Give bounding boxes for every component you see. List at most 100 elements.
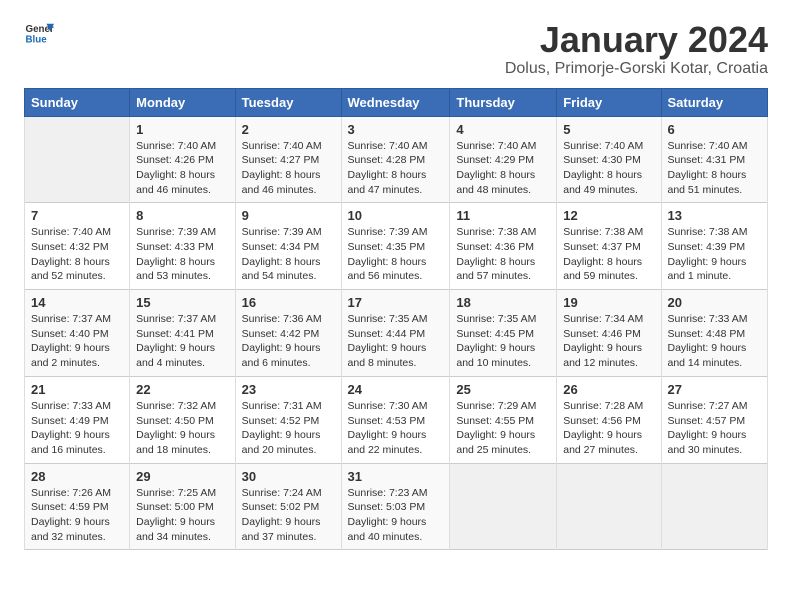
day-info: Sunrise: 7:27 AM Sunset: 4:57 PM Dayligh… <box>668 399 762 458</box>
calendar-cell: 1 Sunrise: 7:40 AM Sunset: 4:26 PM Daylig… <box>130 116 235 203</box>
week-row-3: 14Sunrise: 7:37 AM Sunset: 4:40 PM Dayli… <box>25 290 768 377</box>
day-info: Sunrise: 7:31 AM Sunset: 4:52 PM Dayligh… <box>242 399 335 458</box>
day-info: Sunrise: 7:40 AM Sunset: 4:31 PM Dayligh… <box>668 139 762 198</box>
day-info: Sunrise: 7:36 AM Sunset: 4:42 PM Dayligh… <box>242 312 335 371</box>
col-header-thursday: Thursday <box>450 88 557 116</box>
day-number: 11 <box>456 208 550 223</box>
day-number: 23 <box>242 382 335 397</box>
day-info: Sunrise: 7:39 AM Sunset: 4:34 PM Dayligh… <box>242 225 335 284</box>
day-number: 17 <box>348 295 444 310</box>
day-info: Sunrise: 7:32 AM Sunset: 4:50 PM Dayligh… <box>136 399 228 458</box>
col-header-saturday: Saturday <box>661 88 768 116</box>
svg-text:Blue: Blue <box>26 35 48 46</box>
day-info: Sunrise: 7:40 AM Sunset: 4:32 PM Dayligh… <box>31 225 123 284</box>
week-row-4: 21 Sunrise: 7:33 AM Sunset: 4:49 PM Dayli… <box>25 376 768 463</box>
day-number: 22 <box>136 382 228 397</box>
col-header-monday: Monday <box>130 88 235 116</box>
calendar-cell: 25 Sunrise: 7:29 AM Sunset: 4:55 PM Dayli… <box>450 376 557 463</box>
col-header-sunday: Sunday <box>25 88 130 116</box>
day-number: 30 <box>242 469 335 484</box>
calendar-cell: 3Sunrise: 7:40 AM Sunset: 4:28 PM Daylig… <box>341 116 450 203</box>
day-info: Sunrise: 7:40 AM Sunset: 4:26 PM Dayligh… <box>136 139 228 198</box>
calendar-cell: 18 Sunrise: 7:35 AM Sunset: 4:45 PM Dayli… <box>450 290 557 377</box>
calendar-cell: 16 Sunrise: 7:36 AM Sunset: 4:42 PM Dayli… <box>235 290 341 377</box>
day-number: 1 <box>136 122 228 137</box>
day-info: Sunrise: 7:37 AM Sunset: 4:41 PM Dayligh… <box>136 312 228 371</box>
day-info: Sunrise: 7:38 AM Sunset: 4:37 PM Dayligh… <box>563 225 654 284</box>
day-number: 5 <box>563 122 654 137</box>
day-info: Sunrise: 7:30 AM Sunset: 4:53 PM Dayligh… <box>348 399 444 458</box>
day-info: Sunrise: 7:39 AM Sunset: 4:35 PM Dayligh… <box>348 225 444 284</box>
calendar-cell: 2 Sunrise: 7:40 AM Sunset: 4:27 PM Daylig… <box>235 116 341 203</box>
week-row-5: 28 Sunrise: 7:26 AM Sunset: 4:59 PM Dayli… <box>25 463 768 550</box>
day-info: Sunrise: 7:40 AM Sunset: 4:30 PM Dayligh… <box>563 139 654 198</box>
logo-icon: General Blue <box>24 20 54 50</box>
day-number: 29 <box>136 469 228 484</box>
calendar-cell: 4 Sunrise: 7:40 AM Sunset: 4:29 PM Daylig… <box>450 116 557 203</box>
calendar-cell: 31 Sunrise: 7:23 AM Sunset: 5:03 PM Dayli… <box>341 463 450 550</box>
calendar-cell: 28 Sunrise: 7:26 AM Sunset: 4:59 PM Dayli… <box>25 463 130 550</box>
calendar-cell <box>557 463 661 550</box>
month-title: January 2024 <box>505 20 768 60</box>
day-number: 2 <box>242 122 335 137</box>
day-info: Sunrise: 7:23 AM Sunset: 5:03 PM Dayligh… <box>348 486 444 545</box>
day-info: Sunrise: 7:40 AM Sunset: 4:28 PM Dayligh… <box>348 139 444 198</box>
day-number: 19 <box>563 295 654 310</box>
day-number: 9 <box>242 208 335 223</box>
day-info: Sunrise: 7:24 AM Sunset: 5:02 PM Dayligh… <box>242 486 335 545</box>
day-info: Sunrise: 7:40 AM Sunset: 4:27 PM Dayligh… <box>242 139 335 198</box>
calendar-cell: 24 Sunrise: 7:30 AM Sunset: 4:53 PM Dayli… <box>341 376 450 463</box>
day-info: Sunrise: 7:33 AM Sunset: 4:48 PM Dayligh… <box>668 312 762 371</box>
calendar-cell: 14Sunrise: 7:37 AM Sunset: 4:40 PM Dayli… <box>25 290 130 377</box>
calendar-cell: 23 Sunrise: 7:31 AM Sunset: 4:52 PM Dayli… <box>235 376 341 463</box>
day-number: 4 <box>456 122 550 137</box>
calendar-cell: 26Sunrise: 7:28 AM Sunset: 4:56 PM Dayli… <box>557 376 661 463</box>
day-number: 16 <box>242 295 335 310</box>
col-header-wednesday: Wednesday <box>341 88 450 116</box>
calendar-cell: 21 Sunrise: 7:33 AM Sunset: 4:49 PM Dayli… <box>25 376 130 463</box>
col-header-friday: Friday <box>557 88 661 116</box>
calendar-cell: 30 Sunrise: 7:24 AM Sunset: 5:02 PM Dayli… <box>235 463 341 550</box>
day-info: Sunrise: 7:35 AM Sunset: 4:44 PM Dayligh… <box>348 312 444 371</box>
week-row-2: 7 Sunrise: 7:40 AM Sunset: 4:32 PM Daylig… <box>25 203 768 290</box>
logo: General Blue <box>24 20 54 50</box>
day-number: 18 <box>456 295 550 310</box>
calendar-cell: 19Sunrise: 7:34 AM Sunset: 4:46 PM Dayli… <box>557 290 661 377</box>
calendar-cell: 10Sunrise: 7:39 AM Sunset: 4:35 PM Dayli… <box>341 203 450 290</box>
calendar-cell: 8 Sunrise: 7:39 AM Sunset: 4:33 PM Daylig… <box>130 203 235 290</box>
week-row-1: 1 Sunrise: 7:40 AM Sunset: 4:26 PM Daylig… <box>25 116 768 203</box>
day-number: 28 <box>31 469 123 484</box>
calendar-cell <box>661 463 768 550</box>
day-info: Sunrise: 7:40 AM Sunset: 4:29 PM Dayligh… <box>456 139 550 198</box>
day-info: Sunrise: 7:25 AM Sunset: 5:00 PM Dayligh… <box>136 486 228 545</box>
day-number: 25 <box>456 382 550 397</box>
calendar-cell: 15Sunrise: 7:37 AM Sunset: 4:41 PM Dayli… <box>130 290 235 377</box>
day-info: Sunrise: 7:38 AM Sunset: 4:36 PM Dayligh… <box>456 225 550 284</box>
subtitle: Dolus, Primorje-Gorski Kotar, Croatia <box>505 60 768 78</box>
calendar-cell <box>25 116 130 203</box>
header-row: SundayMondayTuesdayWednesdayThursdayFrid… <box>25 88 768 116</box>
day-info: Sunrise: 7:39 AM Sunset: 4:33 PM Dayligh… <box>136 225 228 284</box>
day-number: 8 <box>136 208 228 223</box>
calendar-cell: 5 Sunrise: 7:40 AM Sunset: 4:30 PM Daylig… <box>557 116 661 203</box>
day-info: Sunrise: 7:33 AM Sunset: 4:49 PM Dayligh… <box>31 399 123 458</box>
day-number: 31 <box>348 469 444 484</box>
col-header-tuesday: Tuesday <box>235 88 341 116</box>
day-number: 27 <box>668 382 762 397</box>
calendar-cell: 6Sunrise: 7:40 AM Sunset: 4:31 PM Daylig… <box>661 116 768 203</box>
day-number: 24 <box>348 382 444 397</box>
day-number: 20 <box>668 295 762 310</box>
day-info: Sunrise: 7:35 AM Sunset: 4:45 PM Dayligh… <box>456 312 550 371</box>
calendar-cell: 7 Sunrise: 7:40 AM Sunset: 4:32 PM Daylig… <box>25 203 130 290</box>
calendar-cell: 11 Sunrise: 7:38 AM Sunset: 4:36 PM Dayli… <box>450 203 557 290</box>
day-info: Sunrise: 7:29 AM Sunset: 4:55 PM Dayligh… <box>456 399 550 458</box>
calendar-cell: 22 Sunrise: 7:32 AM Sunset: 4:50 PM Dayli… <box>130 376 235 463</box>
day-info: Sunrise: 7:26 AM Sunset: 4:59 PM Dayligh… <box>31 486 123 545</box>
day-info: Sunrise: 7:38 AM Sunset: 4:39 PM Dayligh… <box>668 225 762 284</box>
day-number: 13 <box>668 208 762 223</box>
day-number: 26 <box>563 382 654 397</box>
day-number: 7 <box>31 208 123 223</box>
day-number: 21 <box>31 382 123 397</box>
day-number: 14 <box>31 295 123 310</box>
title-area: January 2024 Dolus, Primorje-Gorski Kota… <box>505 20 768 78</box>
